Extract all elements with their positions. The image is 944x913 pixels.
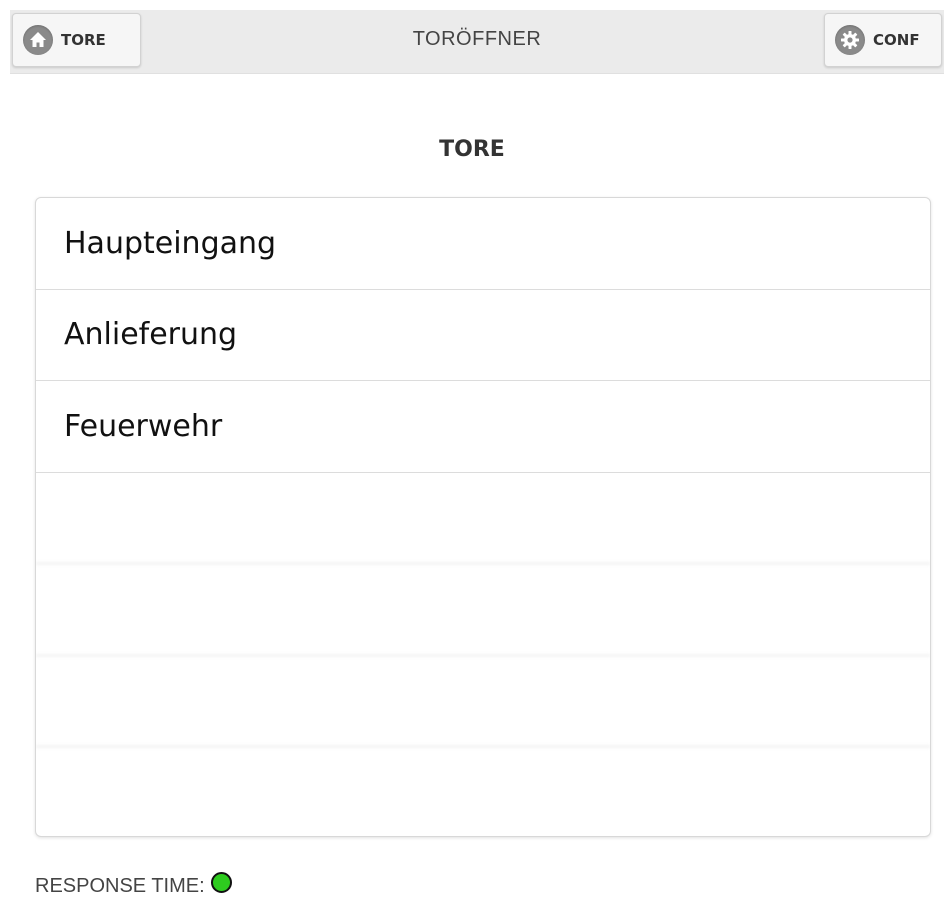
gate-item-hidden-4[interactable] (36, 473, 930, 564)
gate-item-anlieferung[interactable]: Anlieferung (36, 290, 930, 381)
gate-item-haupteingang[interactable]: Haupteingang (36, 198, 930, 290)
gate-list: Haupteingang Anlieferung Feuerwehr (35, 197, 931, 837)
section-title: TORE (439, 137, 505, 162)
gear-icon (835, 25, 865, 55)
gate-item-hidden-7[interactable] (36, 747, 930, 836)
page-title: TORÖFFNER (412, 28, 542, 50)
status-indicator (210, 871, 232, 893)
tore-button-label: TORE (61, 31, 106, 49)
header-bar: TORÖFFNER TORE CONF (10, 10, 944, 74)
gate-item-hidden-5[interactable] (36, 564, 930, 656)
response-time-label: RESPONSE TIME: (35, 874, 205, 897)
gate-item-feuerwehr[interactable]: Feuerwehr (36, 381, 930, 473)
response-time-footer: RESPONSE TIME: (35, 868, 232, 904)
home-icon (23, 25, 53, 55)
gate-item-hidden-6[interactable] (36, 656, 930, 747)
conf-button[interactable]: CONF (824, 13, 942, 67)
tore-button[interactable]: TORE (12, 13, 141, 67)
app-page: TORÖFFNER TORE CONF TORE Haupteingang An… (0, 0, 944, 913)
conf-button-label: CONF (873, 31, 920, 49)
